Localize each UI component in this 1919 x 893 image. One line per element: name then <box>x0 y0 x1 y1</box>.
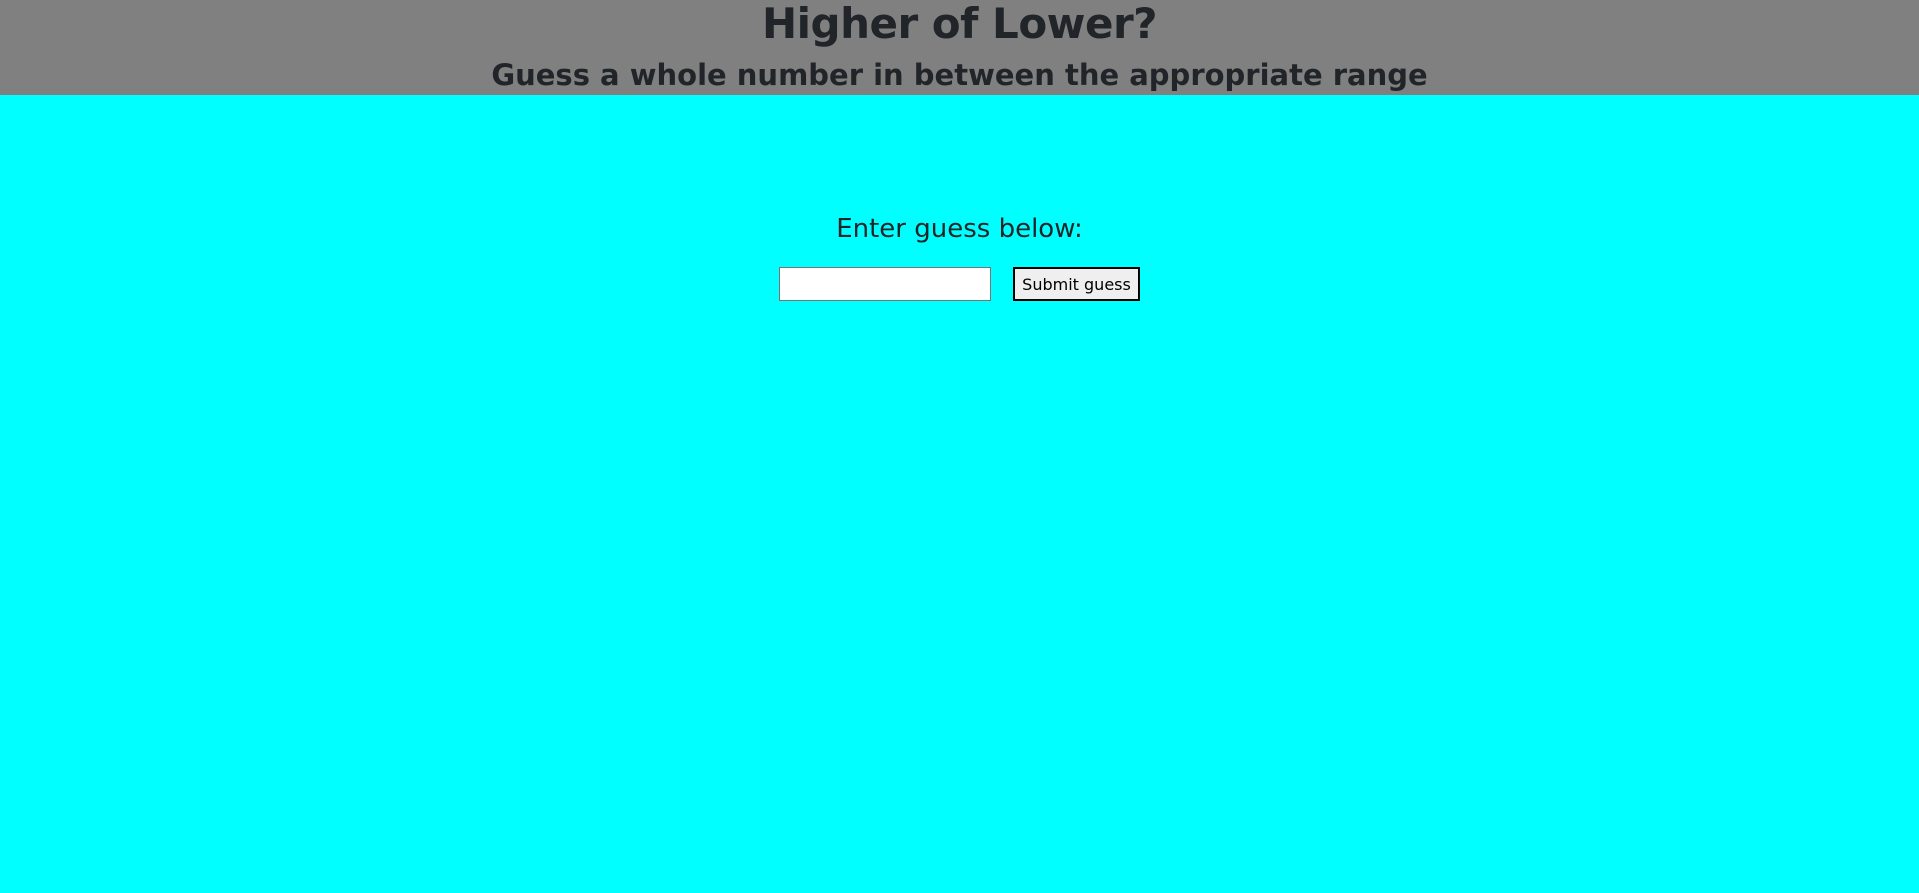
guess-prompt: Enter guess below: <box>836 214 1083 244</box>
guess-input[interactable] <box>779 267 992 301</box>
page-title: Higher of Lower? <box>761 0 1158 48</box>
page-subtitle: Guess a whole number in between the appr… <box>491 58 1428 92</box>
guess-form: Submit guess <box>0 267 1919 301</box>
submit-guess-button[interactable]: Submit guess <box>1013 267 1140 301</box>
page-header: Higher of Lower? Guess a whole number in… <box>0 0 1919 95</box>
